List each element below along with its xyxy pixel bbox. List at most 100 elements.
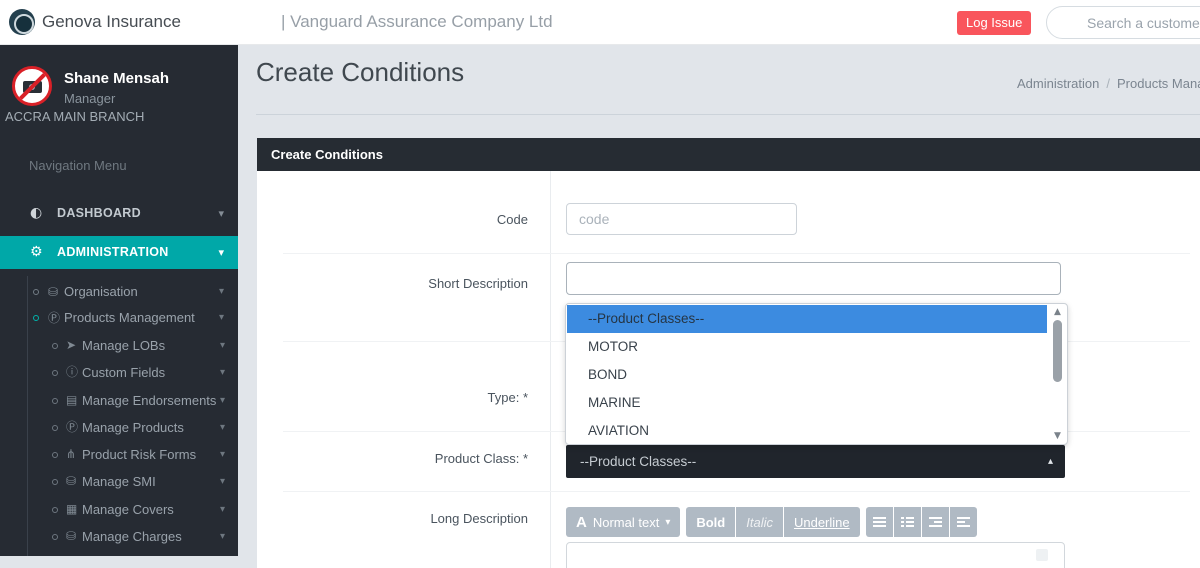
top-bar: Genova Insurance | Vanguard Assurance Co… bbox=[0, 0, 1200, 45]
bullet-circle-icon bbox=[52, 534, 58, 540]
sidebar-subitem[interactable]: ▦ Manage Covers ▾ bbox=[0, 496, 238, 523]
label-column-divider bbox=[550, 171, 551, 568]
italic-button[interactable]: Italic bbox=[736, 507, 783, 537]
product-circle-icon: Ⓟ bbox=[66, 414, 78, 441]
chevron-down-icon: ▾ bbox=[220, 441, 225, 468]
sidebar-subitem-label: Manage Endorsements bbox=[82, 387, 216, 414]
bullet-circle-icon bbox=[52, 343, 58, 349]
sidebar-subitem[interactable]: ⛁ Manage Charges ▾ bbox=[0, 523, 238, 550]
chevron-down-icon: ▾ bbox=[220, 414, 225, 441]
bullet-circle-icon bbox=[52, 479, 58, 485]
format-group: Bold Italic Underline bbox=[686, 507, 859, 537]
dropdown-option[interactable]: --Product Classes-- bbox=[567, 305, 1047, 333]
sidebar-subitem[interactable]: ⓘ Custom Fields ▾ bbox=[0, 359, 238, 386]
sidebar-subitem-label: Manage LOBs bbox=[82, 332, 165, 359]
code-label: Code bbox=[257, 212, 528, 227]
scrollbar-thumb[interactable] bbox=[1053, 320, 1062, 382]
dropdown-option[interactable]: BOND bbox=[567, 361, 1047, 389]
bullet-circle-icon bbox=[52, 507, 58, 513]
breadcrumb-administration[interactable]: Administration bbox=[1017, 76, 1099, 91]
outdent-button[interactable] bbox=[922, 507, 949, 537]
log-issue-button[interactable]: Log Issue bbox=[957, 11, 1031, 35]
sidebar-item-dashboard[interactable]: ◐ DASHBOARD ▾ bbox=[0, 197, 238, 230]
sidebar-subitem[interactable]: ⛁ Organisation ▾ bbox=[0, 279, 238, 305]
dropdown-option[interactable]: AVIATION bbox=[567, 417, 1047, 445]
location-arrow-icon: ➤ bbox=[66, 332, 76, 359]
chevron-down-icon: ▾ bbox=[218, 236, 224, 269]
dashboard-icon: ◐ bbox=[30, 197, 42, 230]
sidebar-subitem[interactable]: ▤ Manage Endorsements ▾ bbox=[0, 387, 238, 414]
brand-name: Genova Insurance bbox=[42, 0, 181, 44]
text-style-group: A Normal text ▾ bbox=[566, 507, 680, 537]
sidebar-subitem-label: Product Risk Forms bbox=[82, 441, 196, 468]
panel-header: Create Conditions bbox=[257, 138, 1200, 171]
outdent-icon bbox=[929, 516, 942, 528]
title-divider bbox=[256, 114, 1200, 115]
scroll-down-icon[interactable]: ▼ bbox=[1051, 431, 1064, 441]
underline-button[interactable]: Underline bbox=[784, 507, 860, 537]
sitemap-icon: ⋔ bbox=[66, 441, 76, 468]
breadcrumb: Administration/Products Management bbox=[1017, 76, 1200, 91]
chevron-down-icon: ▾ bbox=[220, 468, 225, 495]
bullet-circle-icon bbox=[52, 452, 58, 458]
short-description-label: Short Description bbox=[257, 276, 528, 291]
sidebar-subitem-label: Custom Fields bbox=[82, 359, 165, 386]
customer-search-input[interactable] bbox=[1087, 8, 1200, 37]
long-description-editor[interactable] bbox=[566, 542, 1065, 568]
chevron-down-icon: ▾ bbox=[219, 305, 224, 331]
sidebar-subitem-label: Manage Charges bbox=[82, 523, 182, 550]
sidebar-item-administration[interactable]: ⚙ ADMINISTRATION ▾ bbox=[0, 236, 238, 269]
sidebar-subitem[interactable]: ⋔ Product Risk Forms ▾ bbox=[0, 441, 238, 468]
charges-database-icon: ⛁ bbox=[66, 523, 76, 550]
sidebar-subitem[interactable]: ➤ Manage LOBs ▾ bbox=[0, 332, 238, 359]
chevron-down-icon: ▾ bbox=[218, 197, 224, 230]
info-circle-icon: ⓘ bbox=[66, 359, 78, 386]
sidebar-subitem-label: Products Management bbox=[64, 305, 195, 331]
dropdown-option[interactable]: MOTOR bbox=[567, 333, 1047, 361]
sidebar-subitem[interactable]: ⛁ Manage SMI ▾ bbox=[0, 468, 238, 495]
genova-logo-icon bbox=[9, 9, 35, 35]
dropdown-option[interactable]: MARINE bbox=[567, 389, 1047, 417]
main-content: Create Conditions Administration/Product… bbox=[238, 45, 1200, 556]
chevron-down-icon: ▾ bbox=[220, 523, 225, 550]
chevron-down-icon: ▾ bbox=[219, 279, 224, 305]
bullet-circle-icon bbox=[33, 315, 39, 321]
products-management-submenu: ➤ Manage LOBs ▾ ⓘ Custom Fields ▾ ▤ Mana… bbox=[0, 332, 238, 550]
user-name: Shane Mensah bbox=[64, 70, 169, 87]
editor-grip-icon bbox=[1036, 549, 1048, 561]
short-description-input[interactable] bbox=[566, 262, 1061, 295]
list-group bbox=[866, 507, 977, 537]
navigation-menu-label: Navigation Menu bbox=[29, 158, 127, 173]
indent-icon bbox=[957, 516, 970, 528]
sidebar-subitem-label: Manage SMI bbox=[82, 468, 156, 495]
bullet-circle-icon bbox=[33, 289, 39, 295]
chevron-down-icon: ▾ bbox=[220, 496, 225, 523]
editor-toolbar: A Normal text ▾ Bold Italic Underline bbox=[566, 507, 977, 537]
dropdown-scrollbar[interactable]: ▲ ▼ bbox=[1051, 307, 1064, 441]
code-input[interactable] bbox=[566, 203, 797, 235]
panel-header-title: Create Conditions bbox=[271, 138, 383, 171]
company-title: | Vanguard Assurance Company Ltd bbox=[281, 0, 553, 44]
card-icon: ▤ bbox=[66, 387, 77, 414]
product-classes-dropdown: --Product Classes-- MOTOR BOND MARINE AV… bbox=[565, 303, 1068, 445]
breadcrumb-current: Products Management bbox=[1117, 76, 1200, 91]
customer-search-box bbox=[1046, 6, 1200, 39]
indent-button[interactable] bbox=[950, 507, 977, 537]
bold-button[interactable]: Bold bbox=[686, 507, 735, 537]
product-class-select[interactable]: --Product Classes-- ▴ bbox=[566, 445, 1065, 478]
no-photo-avatar-icon[interactable] bbox=[12, 66, 52, 106]
sidebar-subitem[interactable]: Ⓟ Products Management ▾ bbox=[0, 305, 238, 331]
user-branch: ACCRA MAIN BRANCH bbox=[5, 109, 144, 124]
sidebar-subitem-label: Organisation bbox=[64, 279, 138, 305]
caret-up-icon: ▴ bbox=[1048, 445, 1053, 478]
sidebar-subitem[interactable]: Ⓟ Manage Products ▾ bbox=[0, 414, 238, 441]
page-title: Create Conditions bbox=[256, 57, 464, 88]
ordered-list-button[interactable] bbox=[894, 507, 921, 537]
scroll-up-icon[interactable]: ▲ bbox=[1051, 307, 1064, 317]
unordered-list-button[interactable] bbox=[866, 507, 893, 537]
chevron-down-icon: ▾ bbox=[220, 359, 225, 386]
unordered-list-icon bbox=[873, 516, 886, 528]
sidebar-item-label: ADMINISTRATION bbox=[57, 236, 169, 269]
text-style-button[interactable]: A Normal text ▾ bbox=[566, 507, 680, 537]
organisation-icon: ⛁ bbox=[48, 279, 58, 305]
